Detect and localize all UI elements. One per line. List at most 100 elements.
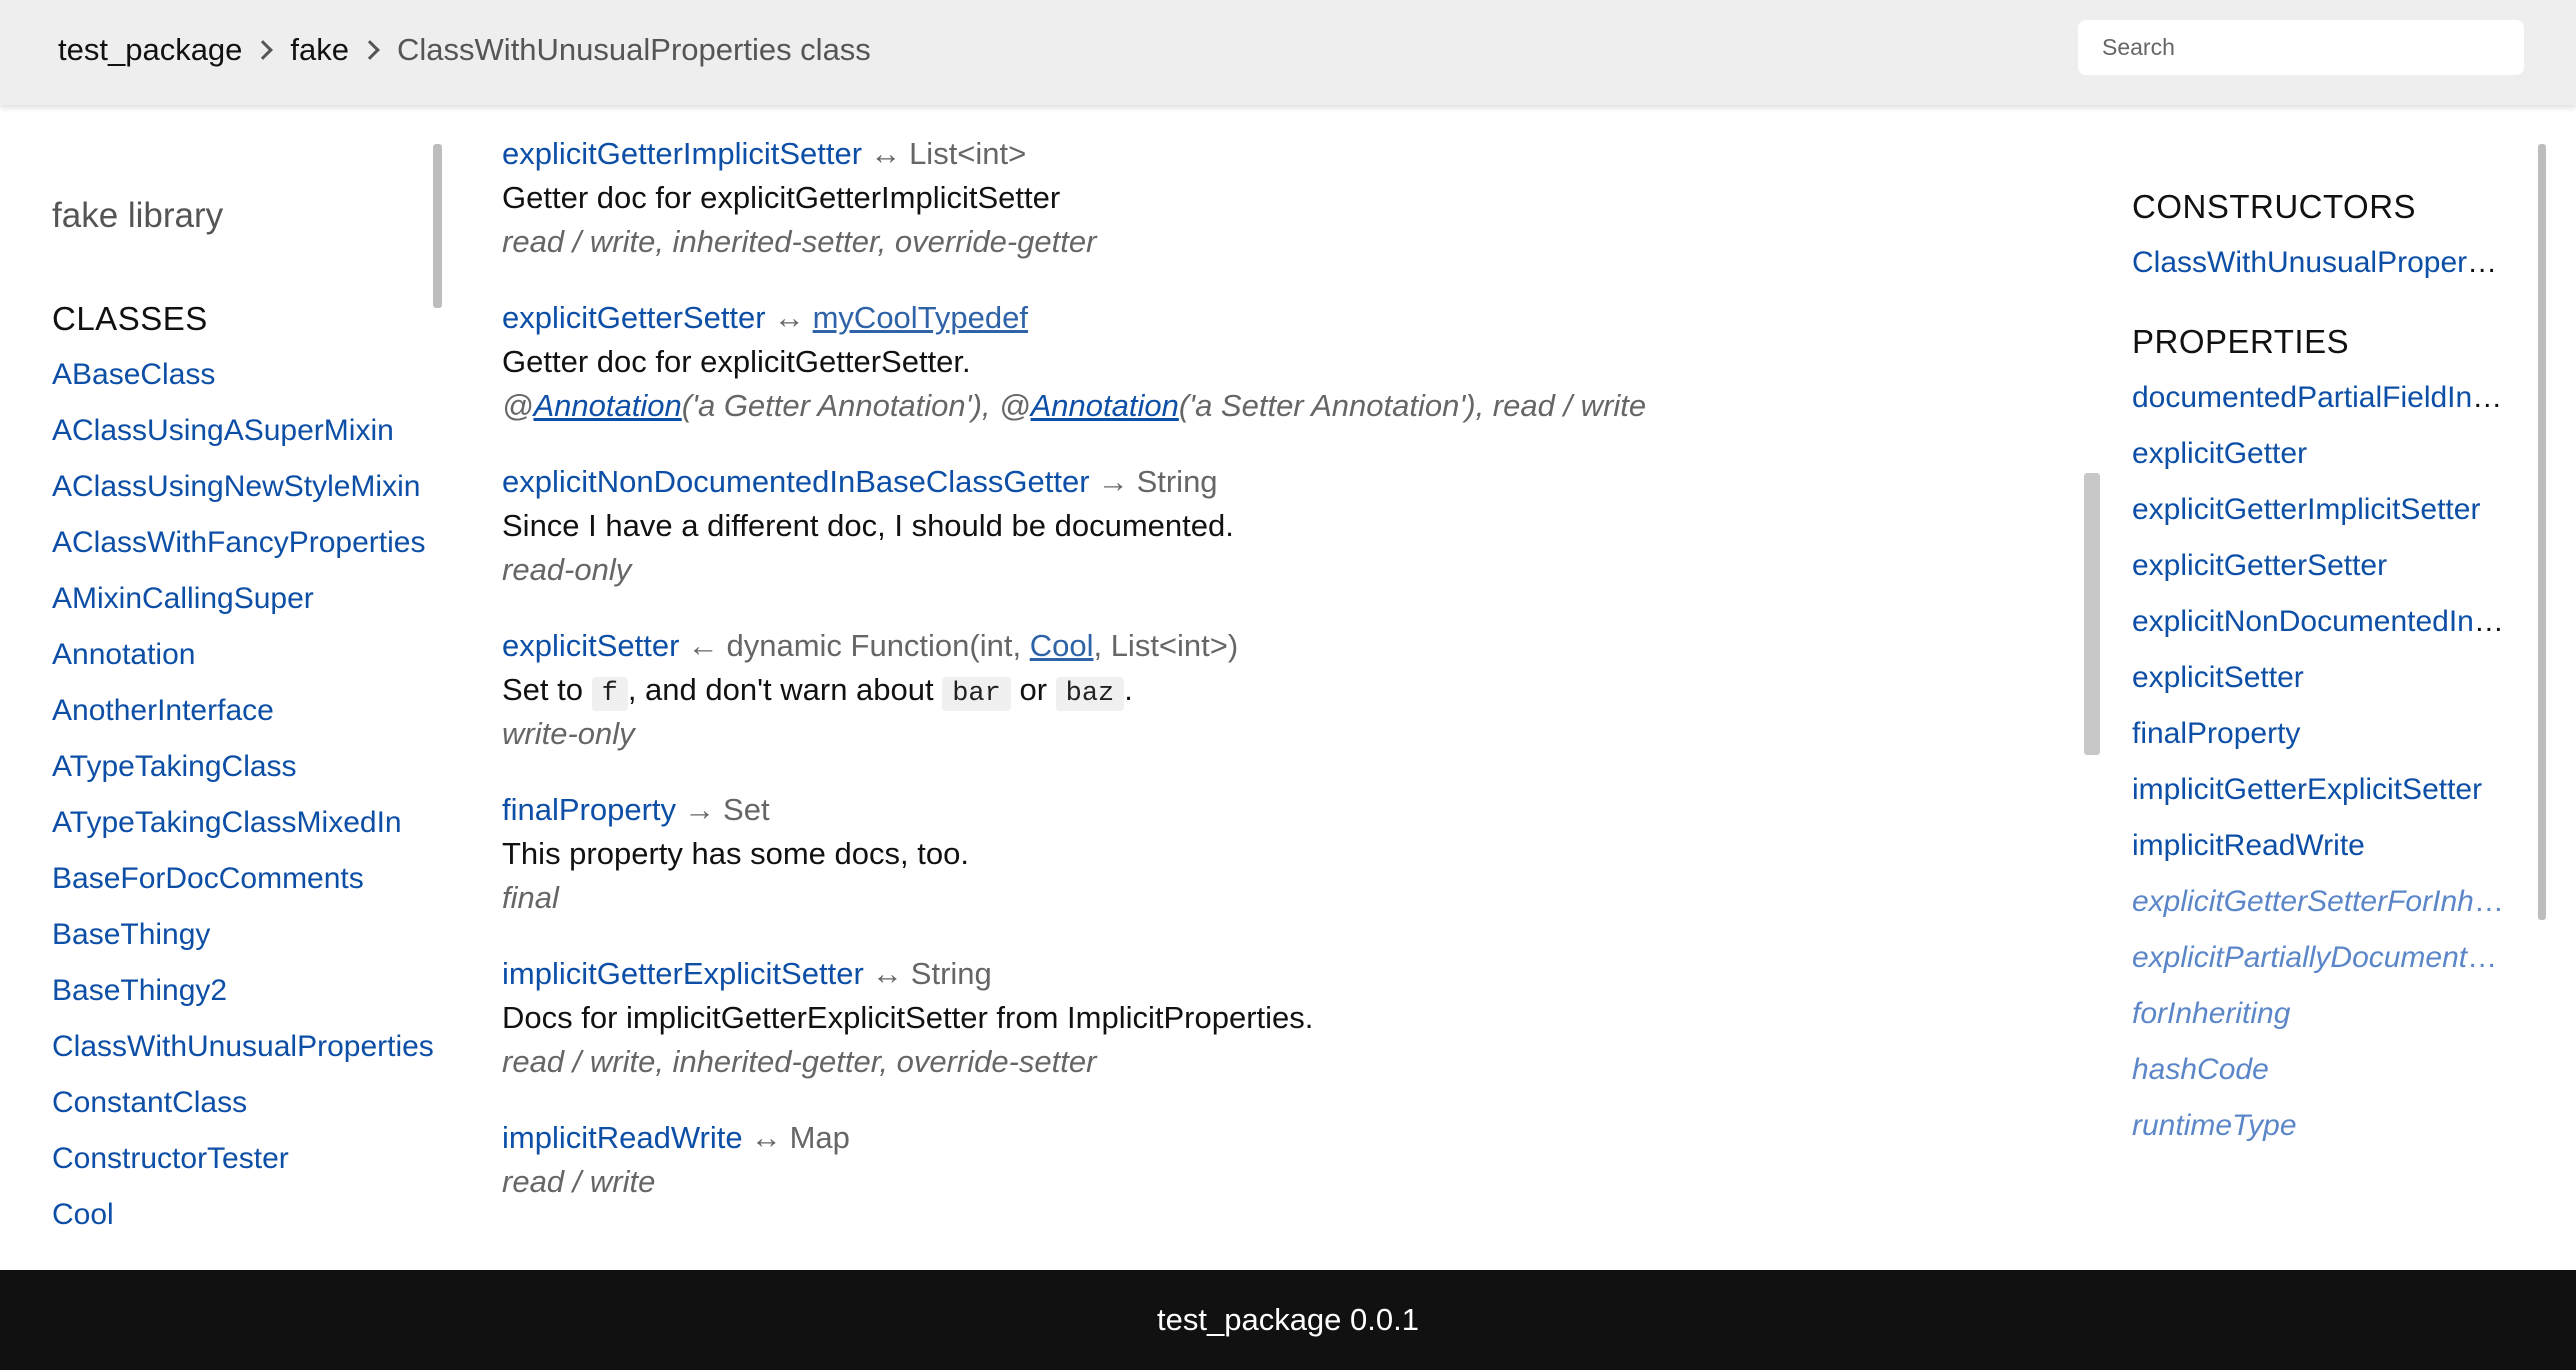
properties-heading: PROPERTIES bbox=[2132, 323, 2350, 360]
property-item-link[interactable]: explicitGetter bbox=[2132, 437, 2307, 470]
breadcrumb-library[interactable]: fake bbox=[290, 32, 349, 68]
class-item: AClassWithFancyProperties bbox=[52, 515, 442, 571]
inline-code: bar bbox=[942, 677, 1011, 711]
class-item-link[interactable]: ABaseClass bbox=[52, 358, 215, 391]
class-item: AMixinCallingSuper bbox=[52, 571, 442, 627]
class-item: AnotherInterface bbox=[52, 683, 442, 739]
property-type: String bbox=[910, 956, 992, 991]
constructor-item-link[interactable]: ClassWithUnusualProperties bbox=[2132, 246, 2504, 279]
property-name-link[interactable]: implicitReadWrite bbox=[502, 1120, 743, 1155]
inherited-property-item-link[interactable]: explicitGetterSetterForInheriting bbox=[2132, 885, 2504, 918]
inherited-property-item-link[interactable]: runtimeType bbox=[2132, 1109, 2297, 1142]
property-features: read / write, inherited-setter, override… bbox=[502, 224, 1097, 259]
property-item: explicitSetter bbox=[2132, 650, 2504, 706]
class-item: ClassWithUnusualProperties bbox=[52, 1019, 442, 1075]
meta-text: ('a Getter Annotation'), @ bbox=[681, 388, 1031, 423]
class-item-link[interactable]: BaseThingy bbox=[52, 918, 210, 951]
property-name-link[interactable]: finalProperty bbox=[502, 792, 676, 827]
class-item-link[interactable]: AnotherInterface bbox=[52, 694, 274, 727]
breadcrumb-current: ClassWithUnusualProperties class bbox=[397, 32, 871, 67]
property-item-link[interactable]: explicitGetterSetter bbox=[2132, 549, 2387, 582]
class-item-link[interactable]: Annotation bbox=[52, 638, 195, 671]
main-scrollbar[interactable] bbox=[2084, 473, 2100, 755]
property-item: explicitGetter bbox=[2132, 426, 2504, 482]
annotation-link[interactable]: Annotation bbox=[533, 388, 681, 423]
property-list: documentedPartialFieldInSubclassOnly expl… bbox=[2132, 370, 2504, 1154]
class-item: ConstructorTester bbox=[52, 1131, 442, 1187]
main-content: explicitGetterImplicitSetter ↔ List<int> G… bbox=[502, 132, 2002, 1280]
property-name-link[interactable]: explicitNonDocumentedInBaseClassGetter bbox=[502, 464, 1090, 499]
property-item: finalProperty bbox=[2132, 706, 2504, 762]
property-doc: Getter doc for explicitGetterSetter. bbox=[502, 344, 971, 379]
class-list: ABaseClass AClassUsingASuperMixin AClassUs… bbox=[52, 347, 442, 1243]
property-item-link[interactable]: explicitNonDocumentedInBaseClassGetter bbox=[2132, 605, 2504, 638]
inherited-property-item-link[interactable]: explicitPartiallyDocumentedField bbox=[2132, 941, 2504, 974]
property-features: read-only bbox=[502, 552, 632, 587]
class-item: Cool bbox=[52, 1187, 442, 1243]
property-item: explicitNonDocumentedInBaseClassGetter bbox=[2132, 594, 2504, 650]
class-item-link[interactable]: ATypeTakingClassMixedIn bbox=[52, 806, 402, 839]
read-write-arrow-icon: ↔ bbox=[871, 956, 903, 991]
class-item: BaseThingy2 bbox=[52, 963, 442, 1019]
property-item: implicitReadWrite bbox=[2132, 818, 2504, 874]
class-item-link[interactable]: ATypeTakingClass bbox=[52, 750, 297, 783]
chevron-right-icon bbox=[253, 40, 274, 60]
right-sidebar-scrollbar[interactable] bbox=[2538, 144, 2546, 920]
class-item: ATypeTakingClass bbox=[52, 739, 442, 795]
property-name-link[interactable]: implicitGetterExplicitSetter bbox=[502, 956, 864, 991]
property-name-link[interactable]: explicitSetter bbox=[502, 628, 679, 663]
property-doc: Since I have a different doc, I should b… bbox=[502, 508, 1234, 543]
read-write-arrow-icon: ↔ bbox=[870, 136, 902, 171]
right-sidebar: CONSTRUCTORS ClassWithUnusualProperties … bbox=[2132, 152, 2504, 1154]
property-name-link[interactable]: explicitGetterSetter bbox=[502, 300, 766, 335]
library-title: fake library bbox=[52, 196, 224, 235]
property-item-link[interactable]: explicitGetterImplicitSetter bbox=[2132, 493, 2480, 526]
inline-code: f bbox=[591, 677, 628, 711]
class-item-link[interactable]: ConstructorTester bbox=[52, 1142, 289, 1175]
class-item-link[interactable]: ClassWithUnusualProperties bbox=[52, 1030, 434, 1063]
property-item-link[interactable]: explicitSetter bbox=[2132, 661, 2304, 694]
class-item-link[interactable]: AMixinCallingSuper bbox=[52, 582, 314, 615]
class-item: AClassUsingNewStyleMixin bbox=[52, 459, 442, 515]
class-item: BaseForDocComments bbox=[52, 851, 442, 907]
class-item-link[interactable]: AClassUsingNewStyleMixin bbox=[52, 470, 420, 503]
inline-code: baz bbox=[1055, 677, 1125, 711]
property-entry: explicitSetter ← dynamic Function(int, Coo… bbox=[502, 624, 2002, 788]
type-link[interactable]: Cool bbox=[1030, 628, 1094, 663]
property-entry: implicitReadWrite ↔ Map read / write bbox=[502, 1116, 2002, 1280]
read-write-arrow-icon: ↔ bbox=[750, 1120, 782, 1155]
inherited-property-item-link[interactable]: hashCode bbox=[2132, 1053, 2269, 1086]
property-doc: Set to f, and don't warn about bar or ba… bbox=[502, 668, 2002, 712]
inherited-property-item-link[interactable]: forInheriting bbox=[2132, 997, 2290, 1030]
read-only-arrow-icon: → bbox=[1097, 464, 1129, 499]
property-item-link[interactable]: finalProperty bbox=[2132, 717, 2300, 750]
property-doc: Getter doc for explicitGetterImplicitSet… bbox=[502, 180, 1061, 215]
inherited-property-item: forInheriting bbox=[2132, 986, 2504, 1042]
inherited-property-item: explicitPartiallyDocumentedField bbox=[2132, 930, 2504, 986]
class-item-link[interactable]: AClassWithFancyProperties bbox=[52, 526, 425, 559]
class-item-link[interactable]: Cool bbox=[52, 1198, 114, 1231]
class-item-link[interactable]: BaseForDocComments bbox=[52, 862, 364, 895]
class-item-link[interactable]: BaseThingy2 bbox=[52, 974, 227, 1007]
property-item-link[interactable]: implicitGetterExplicitSetter bbox=[2132, 773, 2482, 806]
search-input[interactable] bbox=[2078, 20, 2524, 75]
class-item: AClassUsingASuperMixin bbox=[52, 403, 442, 459]
annotation-link[interactable]: Annotation bbox=[1031, 388, 1179, 423]
property-entry: implicitGetterExplicitSetter ↔ String Docs… bbox=[502, 952, 2002, 1116]
property-type: dynamic Function(int, Cool, List<int>) bbox=[726, 628, 1238, 663]
property-features: @Annotation('a Getter Annotation'), @Ann… bbox=[502, 384, 2002, 428]
class-item-link[interactable]: ConstantClass bbox=[52, 1086, 247, 1119]
class-item-link[interactable]: AClassUsingASuperMixin bbox=[52, 414, 394, 447]
left-sidebar-scrollbar[interactable] bbox=[433, 144, 442, 308]
property-item-link[interactable]: implicitReadWrite bbox=[2132, 829, 2365, 862]
property-doc: This property has some docs, too. bbox=[502, 836, 969, 871]
left-sidebar: fake library CLASSES ABaseClass AClassUsi… bbox=[52, 140, 442, 1243]
breadcrumb-package[interactable]: test_package bbox=[58, 32, 242, 68]
type-link[interactable]: myCoolTypedef bbox=[813, 300, 1028, 335]
property-item-link[interactable]: documentedPartialFieldInSubclassOnly bbox=[2132, 381, 2504, 414]
property-features: read / write bbox=[502, 1164, 656, 1199]
chevron-right-icon bbox=[360, 40, 380, 60]
property-name-link[interactable]: explicitGetterImplicitSetter bbox=[502, 136, 862, 171]
property-item: explicitGetterImplicitSetter bbox=[2132, 482, 2504, 538]
inherited-property-item: explicitGetterSetterForInheriting bbox=[2132, 874, 2504, 930]
